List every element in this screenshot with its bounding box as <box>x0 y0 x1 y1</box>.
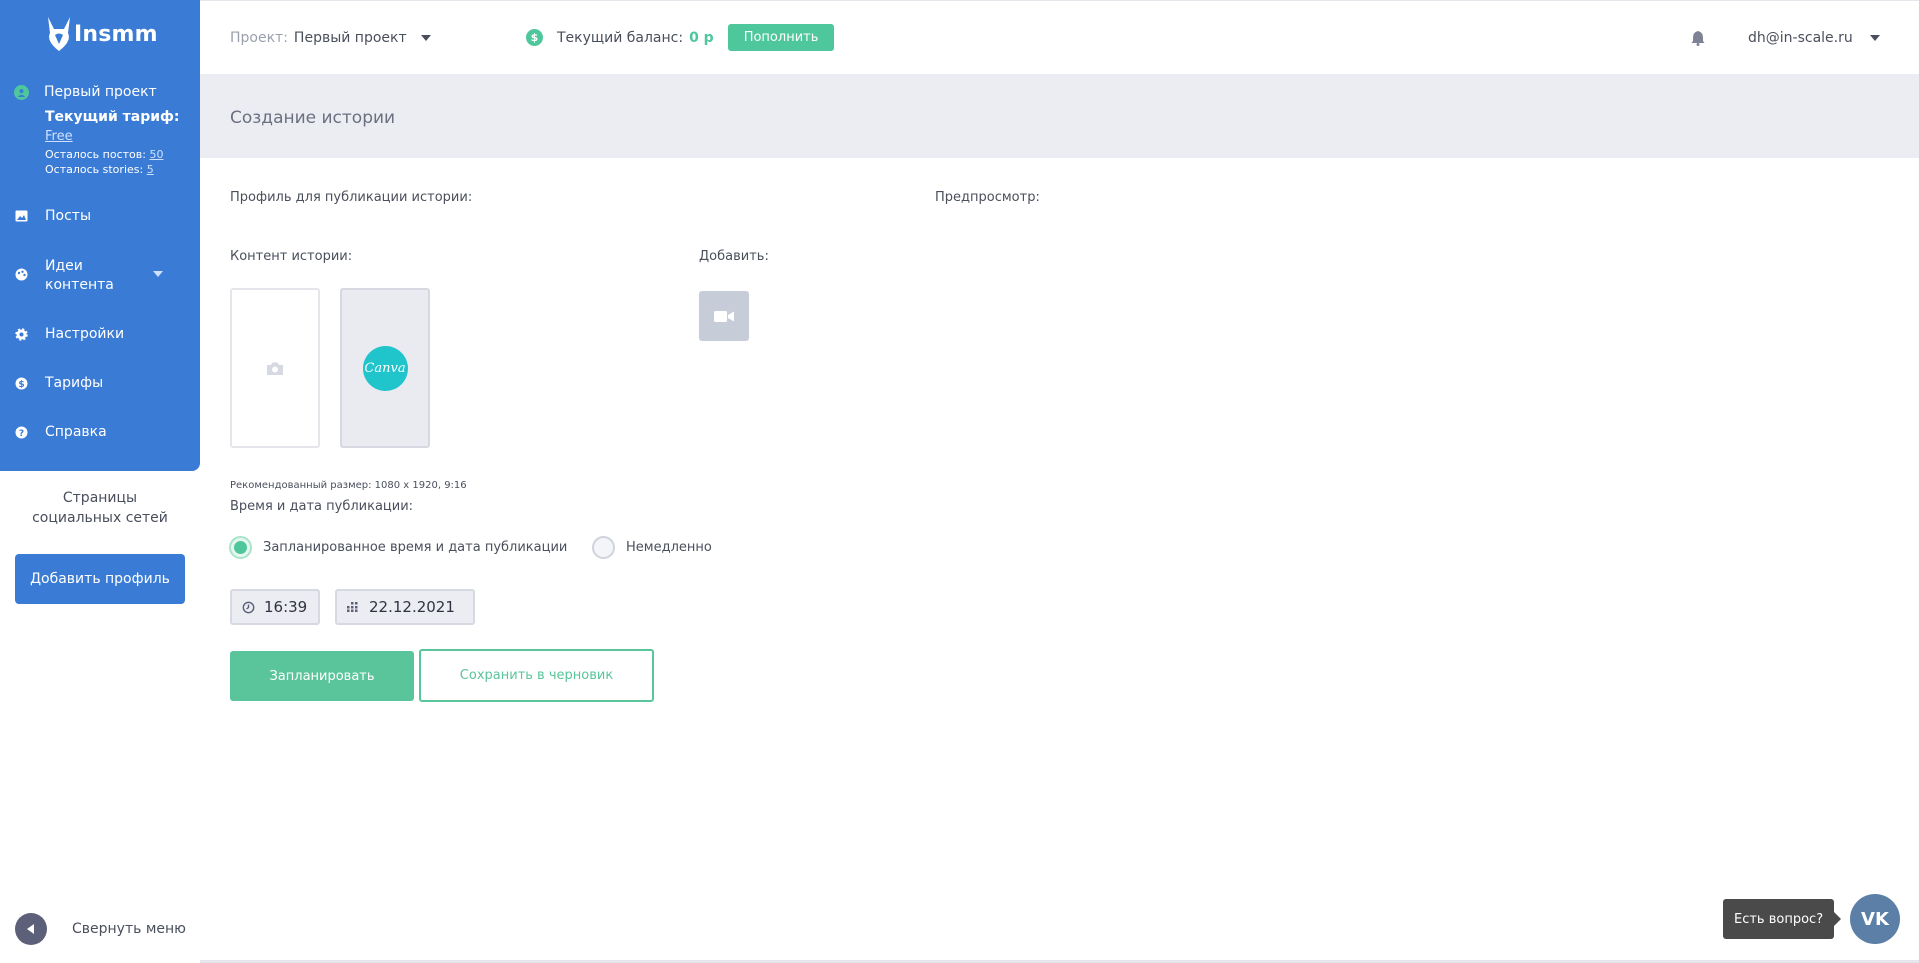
topup-button[interactable]: Пополнить <box>727 24 835 51</box>
radio-now-label: Немедленно <box>626 540 712 555</box>
bell-icon[interactable] <box>1690 30 1706 46</box>
add-video-button[interactable] <box>699 291 749 341</box>
social-title-line-2: социальных сетей <box>32 510 168 526</box>
radio-now[interactable]: Немедленно <box>592 536 712 559</box>
posts-left: Осталось постов: 50 <box>45 148 180 161</box>
publish-time-label: Время и дата публикации: <box>230 499 414 514</box>
logo-text: Insmm <box>74 21 158 47</box>
dollar-icon: $ <box>14 376 29 391</box>
stories-left-label: Осталось stories: <box>45 163 144 176</box>
sidebar-item-content-ideas[interactable]: Идеи контента <box>14 257 163 295</box>
radio-unchecked-icon <box>592 536 615 559</box>
chevron-down-icon <box>420 35 431 41</box>
project-value: Первый проект <box>293 30 407 46</box>
tariff-link[interactable]: Free <box>45 129 73 144</box>
sidebar: Insmm Первый проект Текущий тариф: Free … <box>0 0 200 963</box>
posts-left-label: Осталось постов: <box>45 148 146 161</box>
collapse-menu-button[interactable]: Свернуть меню <box>15 913 186 945</box>
schedule-button[interactable]: Запланировать <box>230 651 414 701</box>
sidebar-panel: Insmm Первый проект Текущий тариф: Free … <box>0 0 200 471</box>
label-line-1: Идеи <box>45 258 83 274</box>
save-draft-button[interactable]: Сохранить в черновик <box>419 649 654 702</box>
calendar-icon <box>347 600 361 614</box>
preview-label: Предпросмотр: <box>935 190 1040 205</box>
page-header: Создание истории <box>200 74 1919 158</box>
vk-icon: VK <box>1861 908 1889 930</box>
recommended-size: Рекомендованный размер: 1080 х 1920, 9:1… <box>230 480 467 491</box>
user-icon <box>14 84 29 100</box>
project-selector[interactable]: Проект: Первый проект <box>230 30 431 46</box>
clock-icon <box>242 600 256 614</box>
time-input[interactable]: 16:39 <box>230 589 320 625</box>
vk-chat-button[interactable]: VK <box>1850 894 1900 944</box>
chevron-down-icon[interactable] <box>153 271 163 277</box>
content-label: Контент истории: <box>230 249 353 264</box>
sidebar-item-help[interactable]: ? Справка <box>14 424 107 440</box>
canva-card[interactable]: Canva <box>340 288 430 448</box>
canva-logo-icon: Canva <box>362 345 408 391</box>
date-value: 22.12.2021 <box>369 598 455 616</box>
add-label: Добавить: <box>699 249 769 264</box>
balance-label: Текущий баланс: <box>557 29 684 46</box>
page-title: Создание истории <box>230 108 396 128</box>
project-info: Первый проект Текущий тариф: Free Остало… <box>14 84 180 176</box>
social-title-line-1: Страницы <box>62 490 138 506</box>
sidebar-item-label: Посты <box>45 208 91 224</box>
user-email: dh@in-scale.ru <box>1748 30 1853 46</box>
fox-logo-icon <box>48 17 70 51</box>
help-tooltip[interactable]: Есть вопрос? <box>1723 899 1842 939</box>
logo[interactable]: Insmm <box>46 14 158 54</box>
tariff-title: Текущий тариф: <box>45 109 180 125</box>
radio-scheduled[interactable]: Запланированное время и дата публикации <box>229 536 567 559</box>
gear-icon <box>14 327 29 342</box>
collapse-menu-label: Свернуть меню <box>72 921 186 937</box>
project-label: Проект: <box>230 30 288 46</box>
top-bar: Проект: Первый проект $ Текущий баланс: 0… <box>200 0 1919 74</box>
balance-value: 0 р <box>689 29 714 46</box>
balance: $ Текущий баланс: 0 р Пополнить <box>526 24 835 51</box>
radio-scheduled-label: Запланированное время и дата публикации <box>263 540 568 555</box>
social-pages-title: Страницы социальных сетей <box>0 488 200 528</box>
svg-text:?: ? <box>19 429 24 439</box>
upload-photo-card[interactable] <box>230 288 320 448</box>
stories-left: Осталось stories: 5 <box>45 163 180 176</box>
camera-icon <box>267 362 283 375</box>
time-value: 16:39 <box>264 598 308 616</box>
posts-left-value[interactable]: 50 <box>149 148 163 161</box>
video-camera-icon <box>714 310 734 322</box>
dollar-icon: $ <box>526 29 543 46</box>
profile-label: Профиль для публикации истории: <box>230 190 473 205</box>
help-icon: ? <box>14 425 29 440</box>
sidebar-item-label: Справка <box>45 424 107 440</box>
chevron-down-icon <box>1869 35 1880 41</box>
image-icon <box>14 209 29 224</box>
sidebar-item-posts[interactable]: Посты <box>14 208 91 224</box>
svg-text:$: $ <box>18 380 24 390</box>
add-profile-button[interactable]: Добавить профиль <box>15 554 185 604</box>
sidebar-item-settings[interactable]: Настройки <box>14 326 124 342</box>
arrow-left-icon <box>15 913 47 945</box>
sidebar-item-label: Настройки <box>45 326 125 342</box>
current-project[interactable]: Первый проект <box>44 84 157 100</box>
radio-checked-icon <box>229 536 252 559</box>
sidebar-item-label: Тарифы <box>45 375 104 391</box>
sidebar-item-tariffs[interactable]: $ Тарифы <box>14 375 103 391</box>
palette-icon <box>14 267 29 282</box>
user-menu[interactable]: dh@in-scale.ru <box>1748 30 1880 46</box>
sidebar-item-label: Идеи контента <box>45 257 114 295</box>
stories-left-value[interactable]: 5 <box>147 163 154 176</box>
date-input[interactable]: 22.12.2021 <box>335 589 475 625</box>
label-line-2: контента <box>45 277 114 293</box>
